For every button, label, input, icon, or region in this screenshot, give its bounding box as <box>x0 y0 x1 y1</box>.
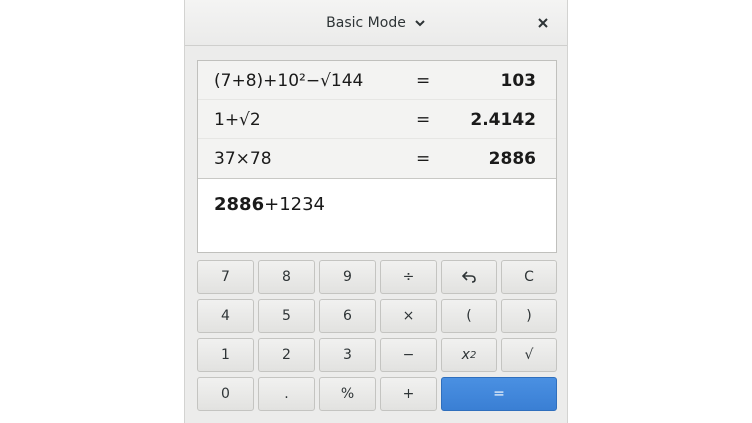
key-1[interactable]: 1 <box>197 338 254 372</box>
key-4[interactable]: 4 <box>197 299 254 333</box>
history-expression[interactable]: 1+√2 <box>214 110 261 130</box>
key-multiply[interactable]: × <box>380 299 437 333</box>
history-result[interactable]: 103 <box>501 71 537 91</box>
key-3[interactable]: 3 <box>319 338 376 372</box>
key-9[interactable]: 9 <box>319 260 376 294</box>
calculator-display: (7+8)+10²−√144 = 103 1+√2 = 2.4142 37×78… <box>197 60 557 253</box>
square-base: x <box>461 347 470 363</box>
key-8[interactable]: 8 <box>258 260 315 294</box>
history-row[interactable]: 37×78 = 2886 <box>198 139 556 178</box>
expression-entry[interactable]: 2886+1234 <box>214 194 325 215</box>
key-sqrt[interactable]: √ <box>501 338 557 372</box>
history-row[interactable]: (7+8)+10²−√144 = 103 <box>198 61 556 100</box>
key-percent[interactable]: % <box>319 377 376 411</box>
calculator-window: Basic Mode (7+8)+10²−√144 = 103 1+√2 = 2… <box>184 0 568 423</box>
history-row[interactable]: 1+√2 = 2.4142 <box>198 100 556 139</box>
key-5[interactable]: 5 <box>258 299 315 333</box>
mode-label: Basic Mode <box>326 14 406 31</box>
key-right-paren[interactable]: ) <box>501 299 557 333</box>
key-6[interactable]: 6 <box>319 299 376 333</box>
key-0[interactable]: 0 <box>197 377 254 411</box>
chevron-down-icon <box>415 19 425 26</box>
undo-icon <box>462 271 476 283</box>
mode-selector-button[interactable]: Basic Mode <box>326 15 426 31</box>
history-result[interactable]: 2.4142 <box>470 110 536 130</box>
key-7[interactable]: 7 <box>197 260 254 294</box>
history-equals: = <box>416 71 431 91</box>
key-subtract[interactable]: − <box>380 338 437 372</box>
square-exponent: 2 <box>469 349 477 361</box>
key-2[interactable]: 2 <box>258 338 315 372</box>
history-result[interactable]: 2886 <box>489 149 536 169</box>
history-list: (7+8)+10²−√144 = 103 1+√2 = 2.4142 37×78… <box>198 61 556 179</box>
key-clear[interactable]: C <box>501 260 557 294</box>
key-divide[interactable]: ÷ <box>380 260 437 294</box>
key-equals[interactable]: = <box>441 377 557 411</box>
entry-previous-result: 2886 <box>214 194 265 215</box>
history-equals: = <box>416 149 431 169</box>
history-expression[interactable]: 37×78 <box>214 149 272 169</box>
keypad: 7 8 9 ÷ C 4 5 6 × ( ) 1 2 3 − x2 √ 0 . %… <box>197 260 557 412</box>
undo-button[interactable] <box>441 260 497 294</box>
key-left-paren[interactable]: ( <box>441 299 497 333</box>
entry-rest: +1234 <box>264 194 325 215</box>
header-bar: Basic Mode <box>185 0 567 46</box>
key-add[interactable]: + <box>380 377 437 411</box>
key-decimal-point[interactable]: . <box>258 377 315 411</box>
key-square[interactable]: x2 <box>441 338 497 372</box>
history-expression[interactable]: (7+8)+10²−√144 <box>214 71 363 91</box>
close-icon[interactable] <box>535 15 551 31</box>
history-equals: = <box>416 110 431 130</box>
